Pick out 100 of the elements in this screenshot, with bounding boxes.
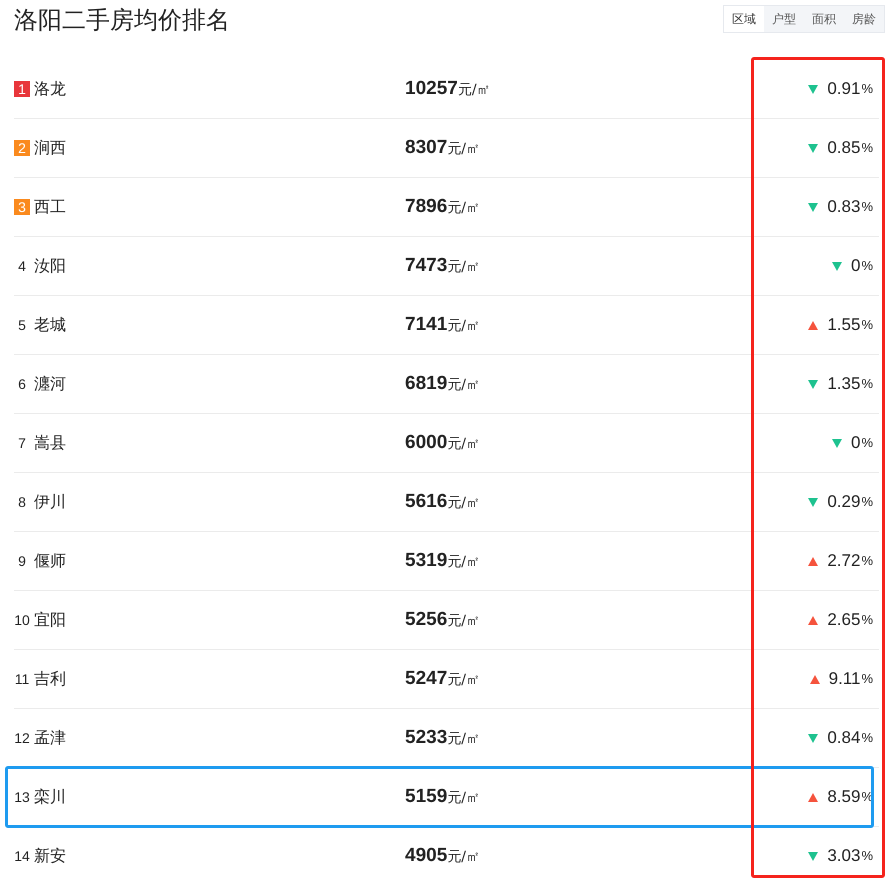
district-name: 老城 <box>34 314 66 336</box>
average-price: 7141 <box>405 312 448 337</box>
average-price: 4905 <box>405 844 448 868</box>
down-triangle-icon <box>808 380 818 388</box>
average-price: 5247 <box>405 666 448 691</box>
price-unit: 元/㎡ <box>447 140 480 159</box>
price-unit: 元/㎡ <box>447 552 480 572</box>
average-price: 5256 <box>405 608 448 632</box>
district-name: 宜阳 <box>34 609 66 631</box>
change-value: 0 <box>850 255 860 278</box>
district-name: 瀍河 <box>34 373 66 395</box>
up-triangle-icon <box>808 792 818 802</box>
filter-tab[interactable]: 区域 <box>724 6 764 32</box>
percent-sign: % <box>861 670 873 688</box>
rank-number: 4 <box>17 258 27 274</box>
change-value: 9.11 <box>828 668 860 690</box>
percent-sign: % <box>861 80 873 98</box>
rank-number: 10 <box>14 612 30 628</box>
rank-number: 14 <box>14 848 30 864</box>
rank-number: 3 <box>14 199 30 215</box>
change-value: 0.84 <box>827 727 860 750</box>
up-triangle-icon <box>808 320 818 330</box>
up-triangle-icon <box>808 556 818 566</box>
district-name: 西工 <box>34 196 66 218</box>
district-name: 新安 <box>34 845 66 867</box>
average-price: 7473 <box>405 254 448 278</box>
page-title: 洛阳二手房均价排名 <box>14 5 230 36</box>
price-unit: 元/㎡ <box>447 848 480 867</box>
percent-sign: % <box>861 316 873 334</box>
percent-sign: % <box>861 552 873 570</box>
down-triangle-icon <box>808 498 818 506</box>
average-price: 7896 <box>405 194 448 219</box>
percent-sign: % <box>861 198 873 216</box>
percent-sign: % <box>861 729 873 748</box>
down-triangle-icon <box>832 438 842 448</box>
up-triangle-icon <box>808 616 818 624</box>
filter-tab[interactable]: 户型 <box>764 6 804 32</box>
percent-sign: % <box>861 434 873 452</box>
change-value: 1.55 <box>827 314 860 336</box>
change-value: 1.35 <box>827 373 860 396</box>
average-price: 5233 <box>405 726 448 750</box>
rank-number: 6 <box>17 376 27 392</box>
district-name: 嵩县 <box>34 432 66 454</box>
rank-number: 12 <box>14 730 30 746</box>
price-unit: 元/㎡ <box>447 730 480 749</box>
change-value: 2.65 <box>827 609 860 632</box>
percent-sign: % <box>861 493 873 512</box>
down-triangle-icon <box>808 852 818 860</box>
district-name: 伊川 <box>34 491 66 513</box>
filter-tab[interactable]: 房龄 <box>844 6 884 32</box>
district-name: 偃师 <box>34 550 66 572</box>
district-name: 吉利 <box>34 668 66 690</box>
change-value: 0.83 <box>827 196 860 218</box>
filter-tab[interactable]: 面积 <box>804 6 844 32</box>
district-name: 栾川 <box>34 786 66 808</box>
down-triangle-icon <box>832 262 842 270</box>
price-unit: 元/㎡ <box>458 80 491 100</box>
down-triangle-icon <box>808 734 818 742</box>
price-unit: 元/㎡ <box>447 670 480 690</box>
district-name: 洛龙 <box>34 78 66 100</box>
price-unit: 元/㎡ <box>447 788 480 808</box>
down-triangle-icon <box>808 202 818 212</box>
rank-number: 11 <box>14 671 30 687</box>
district-name: 涧西 <box>34 137 66 159</box>
percent-sign: % <box>861 611 873 630</box>
price-unit: 元/㎡ <box>447 434 480 454</box>
percent-sign: % <box>861 139 873 158</box>
percent-sign: % <box>861 257 873 276</box>
price-unit: 元/㎡ <box>447 494 480 513</box>
average-price: 8307 <box>405 136 448 160</box>
price-unit: 元/㎡ <box>447 198 480 218</box>
rank-number: 7 <box>17 435 27 451</box>
rank-number: 8 <box>17 494 27 510</box>
average-price: 6819 <box>405 372 448 396</box>
district-name: 孟津 <box>34 727 66 749</box>
change-value: 0 <box>850 432 860 454</box>
rank-number: 13 <box>14 789 30 805</box>
price-unit: 元/㎡ <box>447 376 480 395</box>
rank-number: 5 <box>17 317 27 333</box>
change-value: 3.03 <box>827 845 860 868</box>
average-price: 5616 <box>405 490 448 514</box>
average-price: 5159 <box>405 784 448 809</box>
average-price: 6000 <box>405 430 448 455</box>
average-price: 10257 <box>405 76 458 101</box>
rank-number: 2 <box>14 140 30 156</box>
change-value: 2.72 <box>827 550 860 572</box>
change-value: 0.91 <box>827 78 860 100</box>
rank-number: 9 <box>17 553 27 569</box>
percent-sign: % <box>861 375 873 394</box>
down-triangle-icon <box>808 84 818 94</box>
district-name: 汝阳 <box>34 255 66 277</box>
down-triangle-icon <box>808 144 818 152</box>
rank-number: 1 <box>14 81 30 97</box>
change-value: 0.29 <box>827 491 860 514</box>
up-triangle-icon <box>810 674 820 684</box>
change-value: 8.59 <box>827 786 860 808</box>
percent-sign: % <box>861 847 873 866</box>
price-unit: 元/㎡ <box>447 612 480 631</box>
price-unit: 元/㎡ <box>447 316 480 336</box>
price-unit: 元/㎡ <box>447 258 480 277</box>
